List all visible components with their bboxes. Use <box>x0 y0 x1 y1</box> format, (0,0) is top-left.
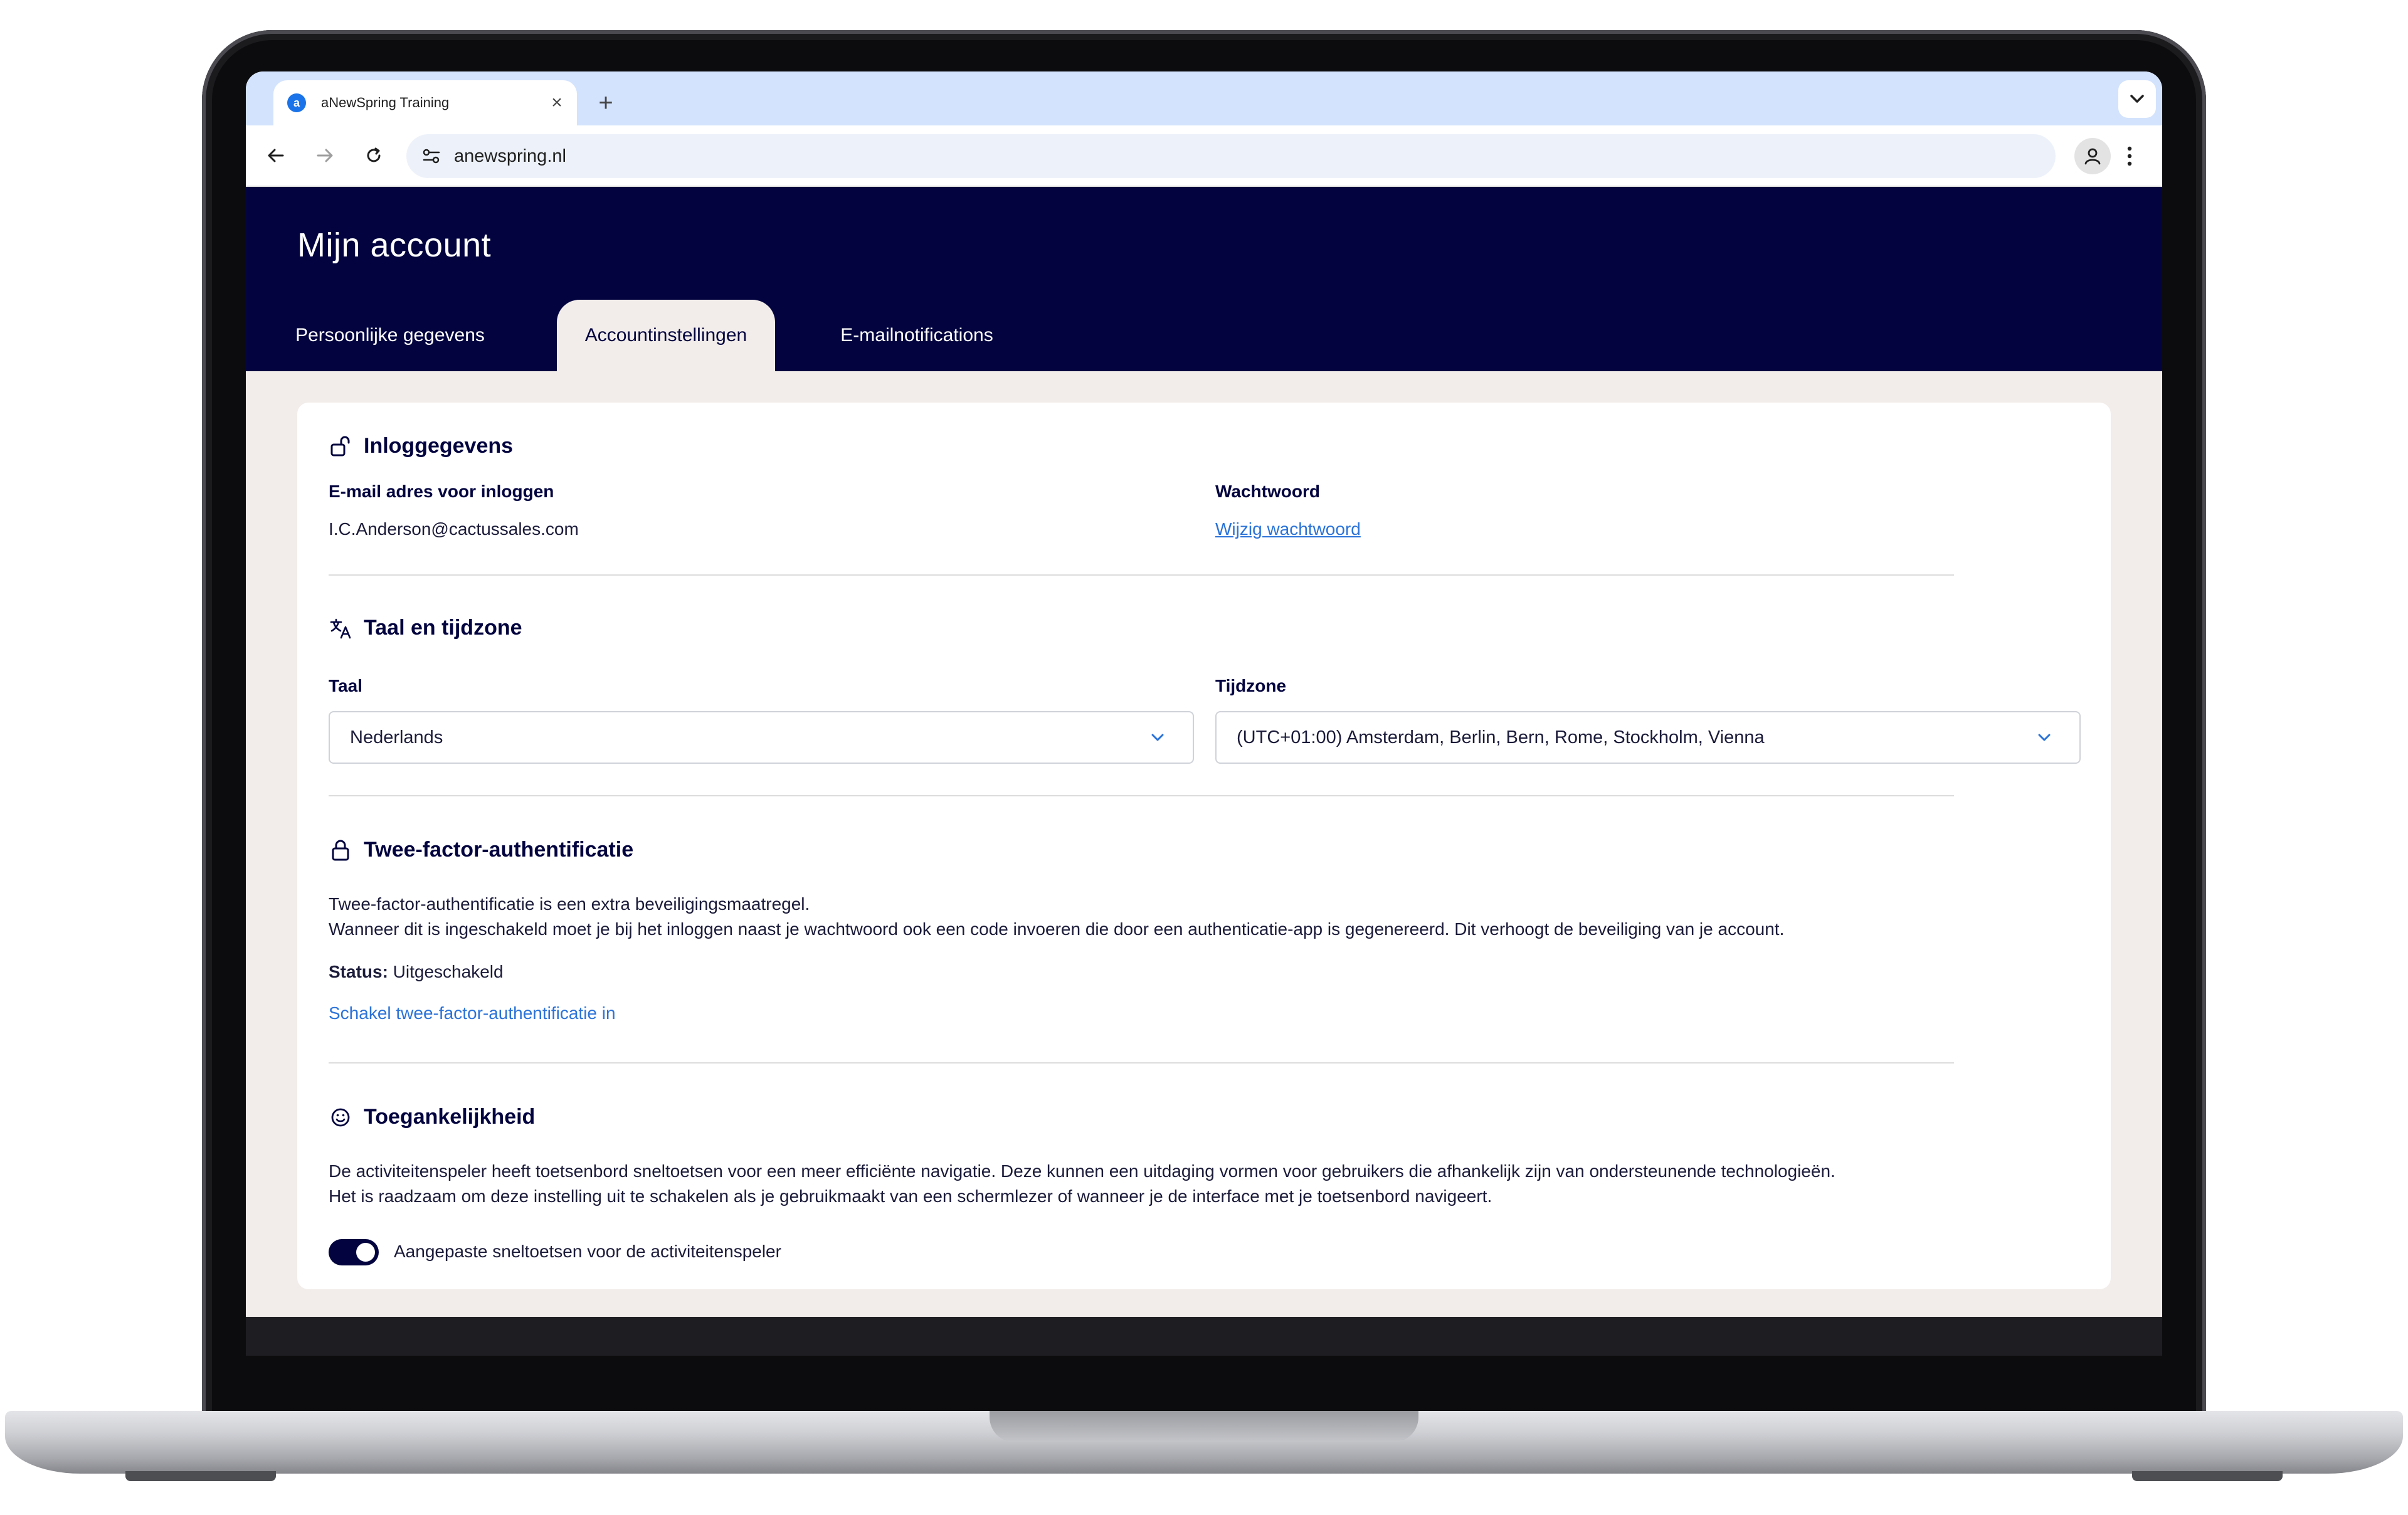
close-tab-icon[interactable]: × <box>544 90 569 115</box>
password-label: Wachtwoord <box>1215 482 1320 501</box>
smiley-icon <box>329 1106 352 1129</box>
forward-arrow-icon[interactable] <box>309 139 341 172</box>
tab-title: aNewSpring Training <box>321 95 450 110</box>
language-label: Taal <box>329 676 362 695</box>
twofactor-status: Status: Uitgeschakeld <box>329 959 504 984</box>
language-select[interactable]: Nederlands <box>329 711 1194 764</box>
shortcuts-toggle-label: Aangepaste sneltoetsen voor de activitei… <box>394 1242 781 1261</box>
reload-icon[interactable] <box>357 139 390 172</box>
timezone-select[interactable]: (UTC+01:00) Amsterdam, Berlin, Bern, Rom… <box>1215 711 2081 764</box>
favicon-icon: a <box>287 93 306 112</box>
language-select-value: Nederlands <box>350 727 443 747</box>
login-title-text: Inloggegevens <box>364 434 514 458</box>
toggle-knob <box>356 1243 375 1262</box>
divider <box>329 1062 1954 1064</box>
translate-icon <box>329 616 352 640</box>
divider <box>329 574 1954 576</box>
accessibility-section-title: Toegankelijkheid <box>329 1105 535 1129</box>
laptop-bezel <box>246 1317 2162 1356</box>
twofactor-description-2: Wanneer dit is ingeschakeld moet je bij … <box>329 919 1785 939</box>
email-value: I.C.Anderson@cactussales.com <box>329 519 579 539</box>
twofactor-section-title: Twee-factor-authentificatie <box>329 838 633 862</box>
page-title: Mijn account <box>297 226 492 264</box>
chevron-down-icon <box>1145 725 1170 750</box>
status-value: Uitgeschakeld <box>388 962 504 981</box>
browser-tab[interactable]: a aNewSpring Training × <box>273 80 577 125</box>
tab-search-chevron-icon[interactable] <box>2118 80 2156 118</box>
timezone-label: Tijdzone <box>1215 676 1287 695</box>
url-text: anewspring.nl <box>454 145 566 166</box>
favicon-letter: a <box>293 96 300 109</box>
browser-tabstrip: a aNewSpring Training × + <box>246 71 2162 125</box>
divider <box>329 795 1954 796</box>
shortcuts-toggle[interactable] <box>329 1239 379 1265</box>
profile-icon[interactable] <box>2074 138 2111 174</box>
status-label: Status: <box>329 962 388 981</box>
tab-persoonlijke-gegevens[interactable]: Persoonlijke gegevens <box>281 300 499 371</box>
tab-accountinstellingen[interactable]: Accountinstellingen <box>557 300 775 371</box>
more-menu-icon[interactable] <box>2117 138 2142 174</box>
back-arrow-icon[interactable] <box>260 139 292 172</box>
language-section-title: Taal en tijdzone <box>329 616 522 640</box>
accessibility-description-1: De activiteitenspeler heeft toetsenbord … <box>329 1161 1835 1181</box>
lock-icon <box>329 838 352 862</box>
login-section-title: Inloggegevens <box>329 434 513 458</box>
screen: a aNewSpring Training × + anewspring.nl <box>246 71 2162 1317</box>
accessibility-description-2: Het is raadzaam om deze instelling uit t… <box>329 1186 1492 1206</box>
twofactor-title-text: Twee-factor-authentificatie <box>364 838 634 862</box>
laptop-notch <box>990 1411 1418 1442</box>
new-tab-button[interactable]: + <box>589 87 622 119</box>
enable-twofactor-link[interactable]: Schakel twee-factor-authentificatie in <box>329 1003 616 1023</box>
tab-e-mailnotifications[interactable]: E-mailnotifications <box>798 300 1036 371</box>
timezone-select-value: (UTC+01:00) Amsterdam, Berlin, Bern, Rom… <box>1237 727 1765 747</box>
email-label: E-mail adres voor inloggen <box>329 482 554 501</box>
twofactor-description-1: Twee-factor-authentificatie is een extra… <box>329 894 810 914</box>
account-tabs: Persoonlijke gegevens Accountinstellinge… <box>246 300 2162 371</box>
site-settings-icon[interactable] <box>419 144 444 169</box>
laptop-foot-right <box>2132 1471 2283 1481</box>
page-header: Mijn account Persoonlijke gegevens Accou… <box>246 187 2162 371</box>
chevron-down-icon <box>2032 725 2057 750</box>
language-title-text: Taal en tijdzone <box>364 616 522 640</box>
laptop-foot-left <box>125 1471 276 1481</box>
change-password-link[interactable]: Wijzig wachtwoord <box>1215 519 1361 539</box>
browser-toolbar: anewspring.nl <box>246 125 2162 187</box>
address-bar[interactable]: anewspring.nl <box>406 134 2056 178</box>
unlock-icon <box>329 435 352 458</box>
settings-card: Inloggegevens E-mail adres voor inloggen… <box>297 403 2111 1289</box>
accessibility-title-text: Toegankelijkheid <box>364 1105 536 1129</box>
